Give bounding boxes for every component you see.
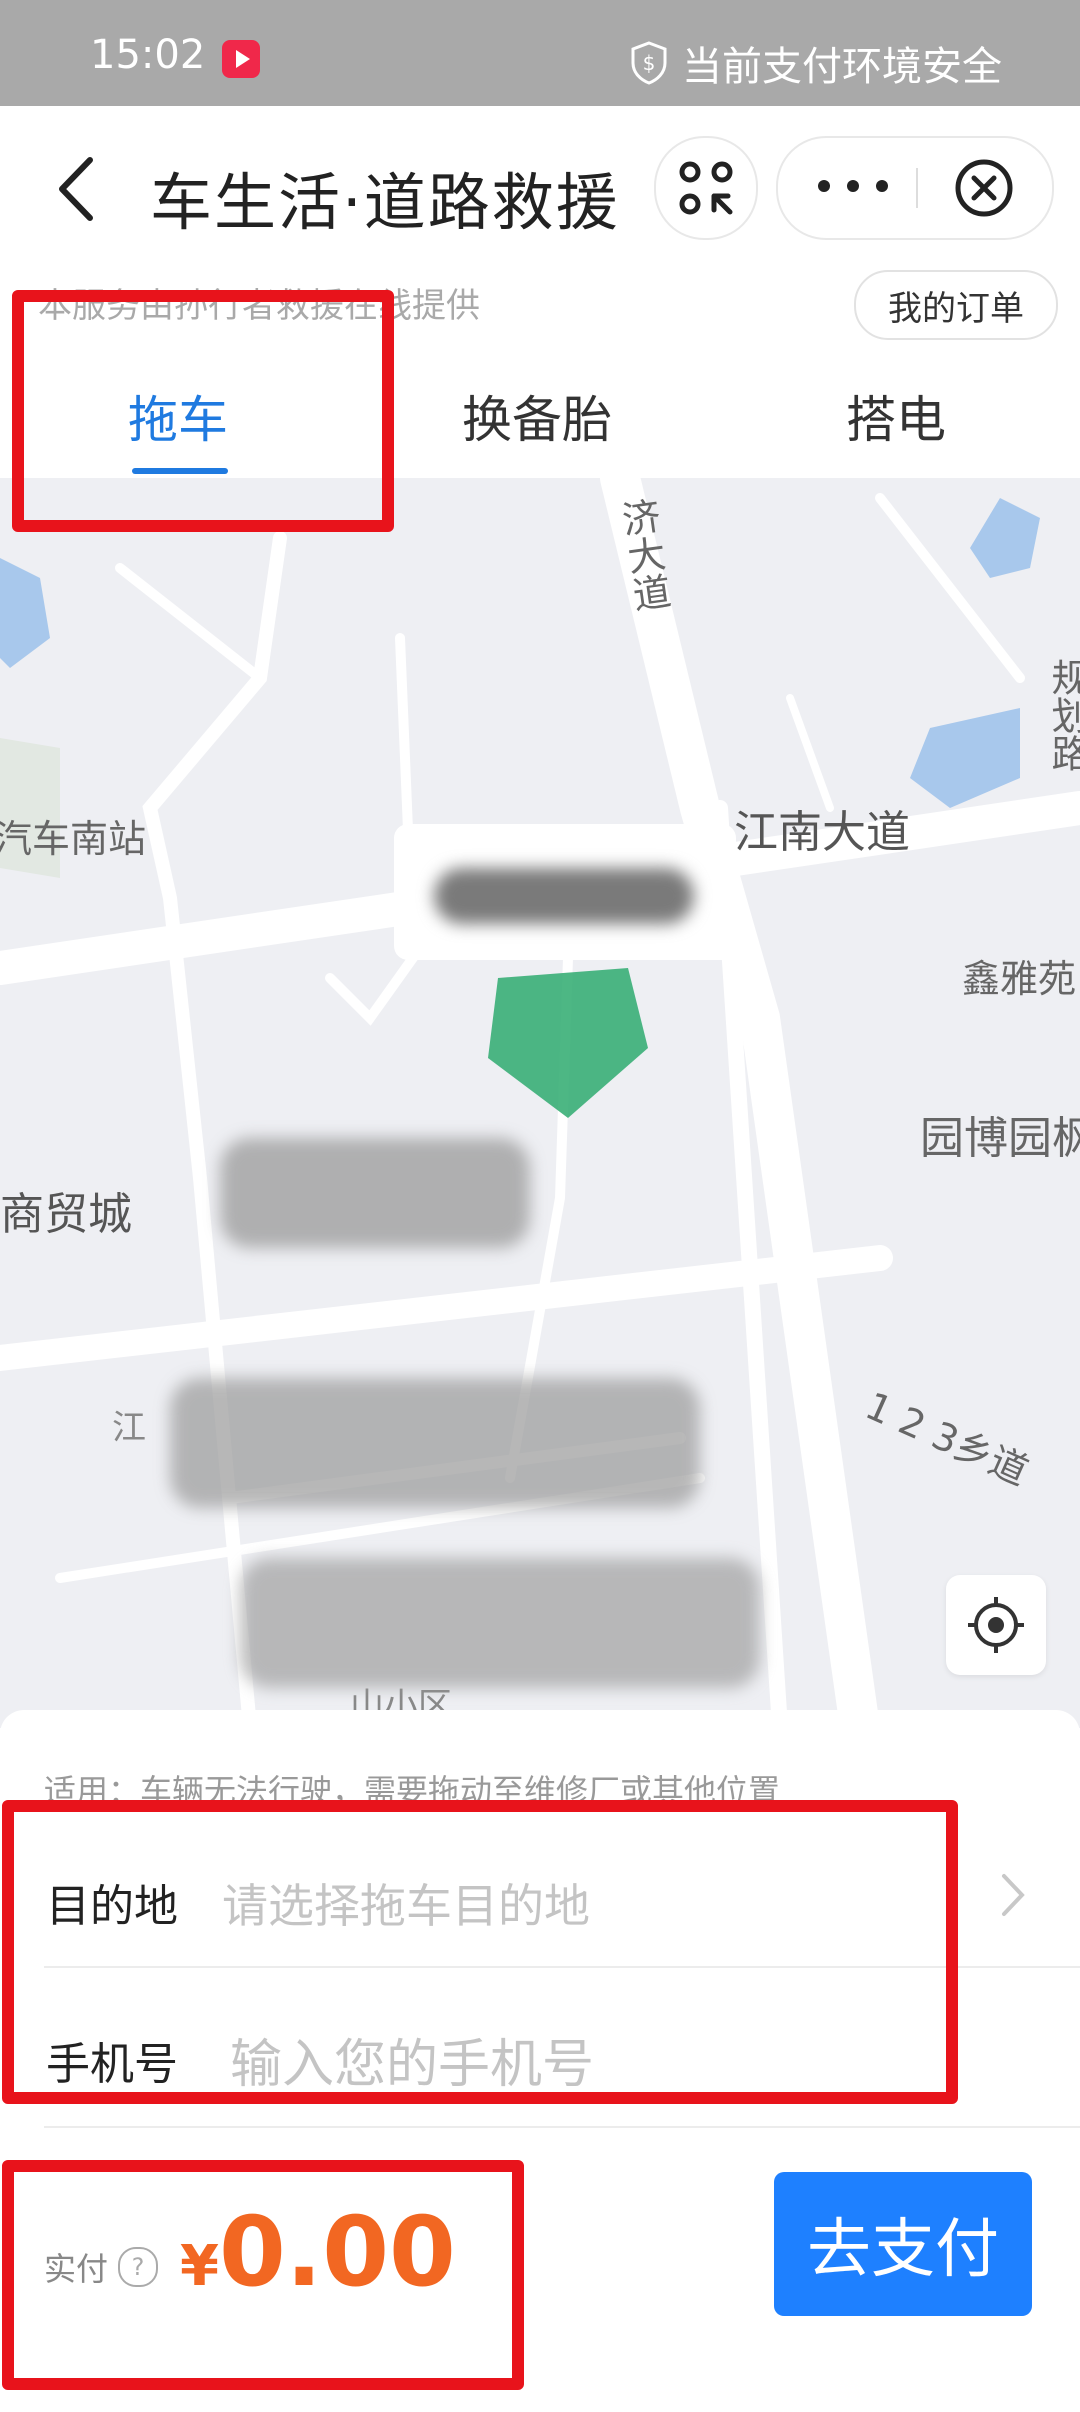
map-label-mall: 商贸城 (0, 1189, 132, 1240)
svg-text:$: $ (643, 51, 656, 75)
annotation-box-tab (12, 290, 394, 532)
scan-button[interactable] (654, 136, 758, 240)
status-time: 15:02 (90, 32, 206, 78)
tab-spare-tire[interactable]: 换备胎 (462, 380, 612, 452)
close-icon[interactable] (954, 158, 1014, 218)
payment-security-indicator: $ 当前支付环境安全 (630, 34, 1002, 92)
video-app-icon (222, 40, 260, 78)
obscured-map-label (170, 1378, 700, 1508)
divider (44, 2126, 1080, 2128)
capsule-divider (916, 168, 918, 208)
page-title: 车生活·道路救援 (150, 166, 620, 239)
map-view[interactable]: 济大道 规划路 汽车南站 江南大道 鑫雅苑 园博园枫 商贸城 1 2 3乡道 江… (0, 478, 1080, 1728)
more-icon[interactable] (818, 166, 888, 206)
back-arrow-icon[interactable] (48, 154, 108, 224)
obscured-map-label (220, 1138, 530, 1248)
map-label-jiang: 江 (112, 1408, 146, 1448)
crosshair-icon (968, 1597, 1024, 1653)
shield-icon: $ (631, 41, 667, 85)
status-bar: 15:02 $ 当前支付环境安全 (0, 0, 1080, 106)
map-label-avenue: 江南大道 (734, 807, 910, 858)
annotation-box-amount (2, 2160, 524, 2390)
locate-button[interactable] (946, 1575, 1046, 1675)
tab-jump-start[interactable]: 搭电 (846, 380, 946, 452)
location-callout[interactable] (394, 824, 736, 960)
location-pin-icon (488, 968, 648, 1118)
obscured-map-label (240, 1558, 760, 1688)
map-label-park: 园博园枫 (920, 1113, 1080, 1164)
nav-bar: 车生活·道路救援 (0, 106, 1080, 266)
secure-text: 当前支付环境安全 (682, 44, 1002, 90)
map-label-garden: 鑫雅苑 (962, 957, 1077, 1001)
mini-app-capsule (776, 136, 1054, 240)
obscured-address (434, 868, 694, 924)
annotation-box-form (2, 1800, 958, 2104)
chevron-right-icon[interactable] (998, 1870, 1028, 1920)
map-label-planned-road: 规划路 (1045, 658, 1080, 772)
scan-icon (679, 161, 733, 215)
pay-button[interactable]: 去支付 (774, 2172, 1032, 2316)
my-orders-button[interactable]: 我的订单 (854, 270, 1058, 340)
map-label-bus-station: 汽车南站 (0, 817, 147, 861)
